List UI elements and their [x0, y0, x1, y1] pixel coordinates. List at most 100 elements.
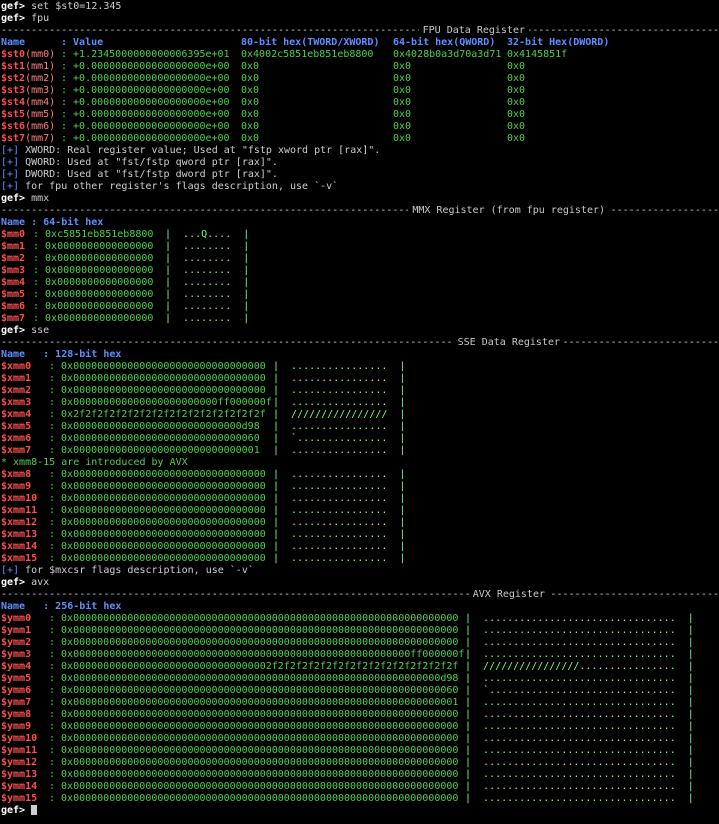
hex-64bit: 0x0 [393, 73, 412, 84]
register-alias: (mm3) [25, 85, 56, 96]
register-ascii: | ................ | [273, 505, 406, 516]
register-hex: : 0x00000000000000000000000000000000 [49, 373, 266, 384]
command-line: gef> fpu [1, 13, 719, 25]
column-header: : Value [61, 37, 104, 48]
hex-32bit: 0x0 [507, 109, 526, 120]
register-name: $xmm0 [1, 361, 32, 372]
register-row: $xmm4 : 0x2f2f2f2f2f2f2f2f2f2f2f2f2f2f2f2… [1, 409, 719, 421]
register-row: $ymm2 : 0x0000000000000000000000000000000… [1, 637, 719, 649]
fpu-row: $st6(mm6): +0.0000000000000000000e+00 0x0… [1, 121, 719, 133]
hex-64bit: 0x4028b0a3d70a3d71 [393, 49, 502, 60]
register-row: $ymm5: 0x0000000000000000000000000000000… [1, 673, 719, 685]
register-name: $ymm9 [1, 721, 32, 732]
register-row: $ymm15: 0x000000000000000000000000000000… [1, 793, 719, 805]
register-hex: : 0x0000000000000000000000000000060 [49, 433, 260, 444]
register-row: $ymm1: 0x0000000000000000000000000000000… [1, 625, 719, 637]
mmx-column-header: Name : 64-bit hex [1, 217, 104, 228]
register-name: $mm0 [1, 229, 26, 240]
register-hex: : 0x00000000000000000000000000000000 [49, 529, 266, 540]
command-text: mmx [31, 193, 50, 204]
hex-32bit: 0x0 [507, 121, 526, 132]
register-hex: : 0x2f2f2f2f2f2f2f2f2f2f2f2f2f2f2f2f [49, 409, 266, 420]
sse-note: [+] for $mxcsr flags description, use `-… [1, 565, 719, 577]
register-row: $ymm6: 0x0000000000000000000000000000000… [1, 685, 719, 697]
register-row: $xmm9: 0x0000000000000000000000000000000… [1, 481, 719, 493]
register-id: $st2 [1, 73, 26, 84]
register-name: $ymm2 [1, 637, 32, 648]
register-id: $st5 [1, 109, 26, 120]
register-row: $mm3: 0x0000000000000000 | ........ | [1, 265, 719, 277]
register-row: $mm4: 0x0000000000000000 | ........ | [1, 277, 719, 289]
register-hex: : 0x000000000000000000000000000000000000… [49, 793, 459, 804]
register-row: $xmm3: 0x000000000000000000000000ff00000… [1, 397, 719, 409]
register-row: $ymm12: 0x000000000000000000000000000000… [1, 757, 719, 769]
hex-32bit: 0x0 [507, 85, 526, 96]
register-hex: : 0x00000000000000000000000000000000 [49, 385, 266, 396]
section-header-fpu: FPU Data Register [1, 25, 719, 37]
register-id: $st7 [1, 133, 26, 144]
register-ascii: | ................................ | [465, 673, 694, 684]
note-line: [+] XWORD: Real register value; Used at … [1, 145, 719, 157]
hex-32bit: 0x0 [507, 61, 526, 72]
register-hex: : 0x000000000000000000000000000000000000… [49, 637, 459, 648]
register-ascii: | ................................ | [465, 709, 694, 720]
register-hex: : 0xc5851eb851eb8800 [33, 229, 154, 240]
register-name: $xmm12 [1, 517, 38, 528]
fpu-row: $st0(mm0): +1.2345000000000006395e+01 0x4… [1, 49, 719, 61]
terminal-window[interactable]: gef> set $st0=12.345 gef> fpu FPU Data R… [0, 0, 719, 824]
info-tag: [+] [1, 565, 20, 576]
register-row: $mm0: 0xc5851eb851eb8800 | ...Q.... | [1, 229, 719, 241]
register-ascii: | ........ | [165, 277, 250, 288]
register-ascii: | ................ | [273, 469, 406, 480]
register-row: $ymm3: 0x0000000000000000000000000000000… [1, 649, 719, 661]
register-row: $mm1: 0x0000000000000000 | ........ | [1, 241, 719, 253]
register-ascii: | ////////////////................ | [465, 661, 694, 672]
register-name: $ymm8 [1, 709, 32, 720]
hex-80bit: 0x0 [241, 73, 260, 84]
section-header-sse: SSE Data Register [1, 337, 719, 349]
column-header: Name [1, 37, 26, 48]
fpu-row: $st5(mm5): +0.0000000000000000000e+00 0x0… [1, 109, 719, 121]
register-hex: : 0x000000000000000000000000000000000000… [49, 781, 459, 792]
mmx-register-table: $mm0: 0xc5851eb851eb8800 | ...Q.... | $mm1… [1, 229, 719, 325]
register-hex: : 0x0000000000000000 [33, 277, 154, 288]
fpu-column-headers: Name: Value 80-bit hex(TWORD/XWORD) 64-bit… [1, 37, 719, 49]
register-hex: : 0x000000000000000000000000000000000000… [49, 685, 459, 696]
column-header: 64-bit hex(QWORD) [393, 37, 496, 48]
avx-register-table: $ymm0: 0x0000000000000000000000000000000… [1, 613, 719, 805]
register-ascii: | ................................ | [465, 757, 694, 768]
register-value: : +0.0000000000000000000e+00 [61, 121, 230, 132]
register-hex: : 0x000000000000000000000000000000002f2f… [49, 661, 459, 672]
register-ascii: | ................................ | [465, 769, 694, 780]
register-name: $xmm9 [1, 481, 32, 492]
register-name: $xmm6 [1, 433, 32, 444]
register-alias: (mm4) [25, 97, 56, 108]
hex-80bit: 0x0 [241, 85, 260, 96]
register-row: $xmm10: 0x000000000000000000000000000000… [1, 493, 719, 505]
register-value: : +0.0000000000000000000e+00 [61, 85, 230, 96]
register-ascii: | ................................ | [465, 745, 694, 756]
register-hex: : 0x00000000000000000000000000000000 [49, 493, 266, 504]
hex-32bit: 0x0 [507, 73, 526, 84]
register-row: $xmm6 : 0x0000000000000000000000000000060… [1, 433, 719, 445]
register-name: $xmm4 [1, 409, 32, 420]
register-hex: : 0x000000000000000000000000000000000000… [49, 697, 459, 708]
command-text: fpu [31, 13, 50, 24]
register-ascii: | ................................ | [465, 649, 694, 660]
register-name: $ymm14 [1, 781, 38, 792]
command-line-active[interactable]: gef> [1, 805, 719, 817]
register-row: $xmm2: 0x0000000000000000000000000000000… [1, 385, 719, 397]
command-line: gef> mmx [1, 193, 719, 205]
sse-register-table: $xmm0 : 0x0000000000000000000000000000000… [1, 361, 719, 457]
register-row: $ymm9: 0x0000000000000000000000000000000… [1, 721, 719, 733]
text-cursor [31, 805, 38, 815]
register-hex: : 0x0000000000000000 [33, 241, 154, 252]
register-hex: : 0x0000000000000000000000000000d98 [49, 421, 260, 432]
note-line: [+] for fpu other register's flags descr… [1, 181, 719, 193]
command-line: gef> set $st0=12.345 [1, 1, 719, 13]
register-name: $st7(mm7) [1, 133, 61, 145]
register-hex: : 0x00000000000000000000000000000000 [49, 517, 266, 528]
register-name: $mm7 [1, 313, 26, 324]
register-row: $ymm13: 0x000000000000000000000000000000… [1, 769, 719, 781]
hex-64bit: 0x0 [393, 85, 412, 96]
